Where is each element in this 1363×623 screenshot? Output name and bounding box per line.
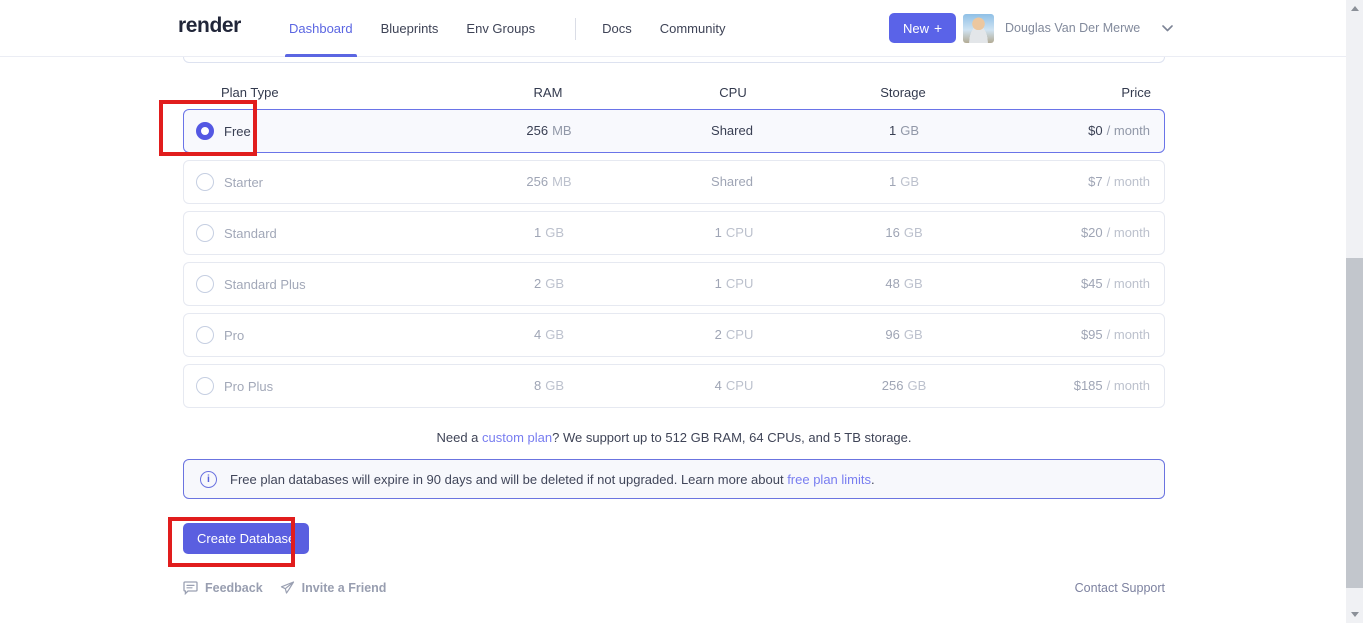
column-header-price: Price bbox=[988, 85, 1165, 100]
paper-plane-icon bbox=[280, 581, 295, 595]
page-footer: Feedback Invite a Friend Contact Support bbox=[183, 581, 1165, 595]
custom-plan-link[interactable]: custom plan bbox=[482, 430, 552, 445]
radio-unselected[interactable] bbox=[196, 224, 214, 242]
tab-env-groups[interactable]: Env Groups bbox=[466, 0, 535, 57]
create-database-button[interactable]: Create Database bbox=[183, 523, 309, 554]
tab-dashboard[interactable]: Dashboard bbox=[289, 0, 353, 57]
radio-unselected[interactable] bbox=[196, 377, 214, 395]
plan-name: Standard Plus bbox=[224, 277, 306, 292]
free-plan-notice: i Free plan databases will expire in 90 … bbox=[183, 459, 1165, 499]
chevron-down-icon bbox=[1162, 25, 1173, 32]
plan-row-pro[interactable]: Pro 4GB 2CPU 96GB $95/ month bbox=[183, 313, 1165, 357]
scrollbar-thumb[interactable] bbox=[1346, 258, 1363, 588]
nav-divider bbox=[575, 18, 576, 40]
plus-icon: + bbox=[934, 20, 942, 36]
nav-link-community[interactable]: Community bbox=[660, 0, 726, 57]
feedback-button[interactable]: Feedback bbox=[183, 581, 263, 595]
plan-name: Free bbox=[224, 124, 251, 139]
top-nav-bar: render Dashboard Blueprints Env Groups D… bbox=[0, 0, 1346, 57]
speech-bubble-icon bbox=[183, 581, 198, 595]
plan-name: Starter bbox=[224, 175, 263, 190]
radio-unselected[interactable] bbox=[196, 326, 214, 344]
column-header-ram: RAM bbox=[448, 85, 648, 100]
new-button[interactable]: New+ bbox=[889, 13, 956, 43]
plan-row-standard[interactable]: Standard 1GB 1CPU 16GB $20/ month bbox=[183, 211, 1165, 255]
plan-name: Standard bbox=[224, 226, 277, 241]
vertical-scrollbar[interactable] bbox=[1346, 0, 1363, 623]
triangle-down-icon bbox=[1351, 612, 1359, 617]
avatar bbox=[963, 14, 994, 43]
invite-friend-button[interactable]: Invite a Friend bbox=[280, 581, 387, 595]
column-header-storage: Storage bbox=[818, 85, 988, 100]
plan-name: Pro bbox=[224, 328, 244, 343]
notice-text: Free plan databases will expire in 90 da… bbox=[230, 472, 875, 487]
free-plan-limits-link[interactable]: free plan limits bbox=[787, 472, 871, 487]
nav-link-docs[interactable]: Docs bbox=[602, 0, 632, 57]
plan-name: Pro Plus bbox=[224, 379, 273, 394]
triangle-up-icon bbox=[1351, 6, 1359, 11]
custom-plan-note: Need a custom plan? We support up to 512… bbox=[183, 430, 1165, 445]
radio-selected[interactable] bbox=[196, 122, 214, 140]
plan-row-starter[interactable]: Starter 256MB Shared 1GB $7/ month bbox=[183, 160, 1165, 204]
primary-nav: Dashboard Blueprints Env Groups Docs Com… bbox=[289, 0, 753, 57]
plan-row-pro-plus[interactable]: Pro Plus 8GB 4CPU 256GB $185/ month bbox=[183, 364, 1165, 408]
contact-support-link[interactable]: Contact Support bbox=[1075, 581, 1165, 595]
plan-rows: Free 256MB Shared 1GB $0/ month Starter … bbox=[183, 109, 1165, 408]
radio-unselected[interactable] bbox=[196, 275, 214, 293]
scroll-up-arrow[interactable] bbox=[1346, 0, 1363, 17]
render-logo[interactable]: render bbox=[178, 14, 241, 38]
plan-selection-section: Plan Type RAM CPU Storage Price Free 256… bbox=[183, 57, 1165, 595]
user-name: Douglas Van Der Merwe bbox=[1005, 21, 1140, 35]
plan-table-header: Plan Type RAM CPU Storage Price bbox=[183, 83, 1165, 101]
column-header-plan-type: Plan Type bbox=[183, 85, 448, 100]
info-icon: i bbox=[200, 471, 217, 488]
column-header-cpu: CPU bbox=[648, 85, 818, 100]
plan-row-standard-plus[interactable]: Standard Plus 2GB 1CPU 48GB $45/ month bbox=[183, 262, 1165, 306]
scroll-down-arrow[interactable] bbox=[1346, 606, 1363, 623]
cut-off-field[interactable] bbox=[183, 57, 1165, 63]
user-menu[interactable]: Douglas Van Der Merwe bbox=[963, 13, 1173, 43]
plan-row-free[interactable]: Free 256MB Shared 1GB $0/ month bbox=[183, 109, 1165, 153]
radio-unselected[interactable] bbox=[196, 173, 214, 191]
tab-blueprints[interactable]: Blueprints bbox=[381, 0, 439, 57]
